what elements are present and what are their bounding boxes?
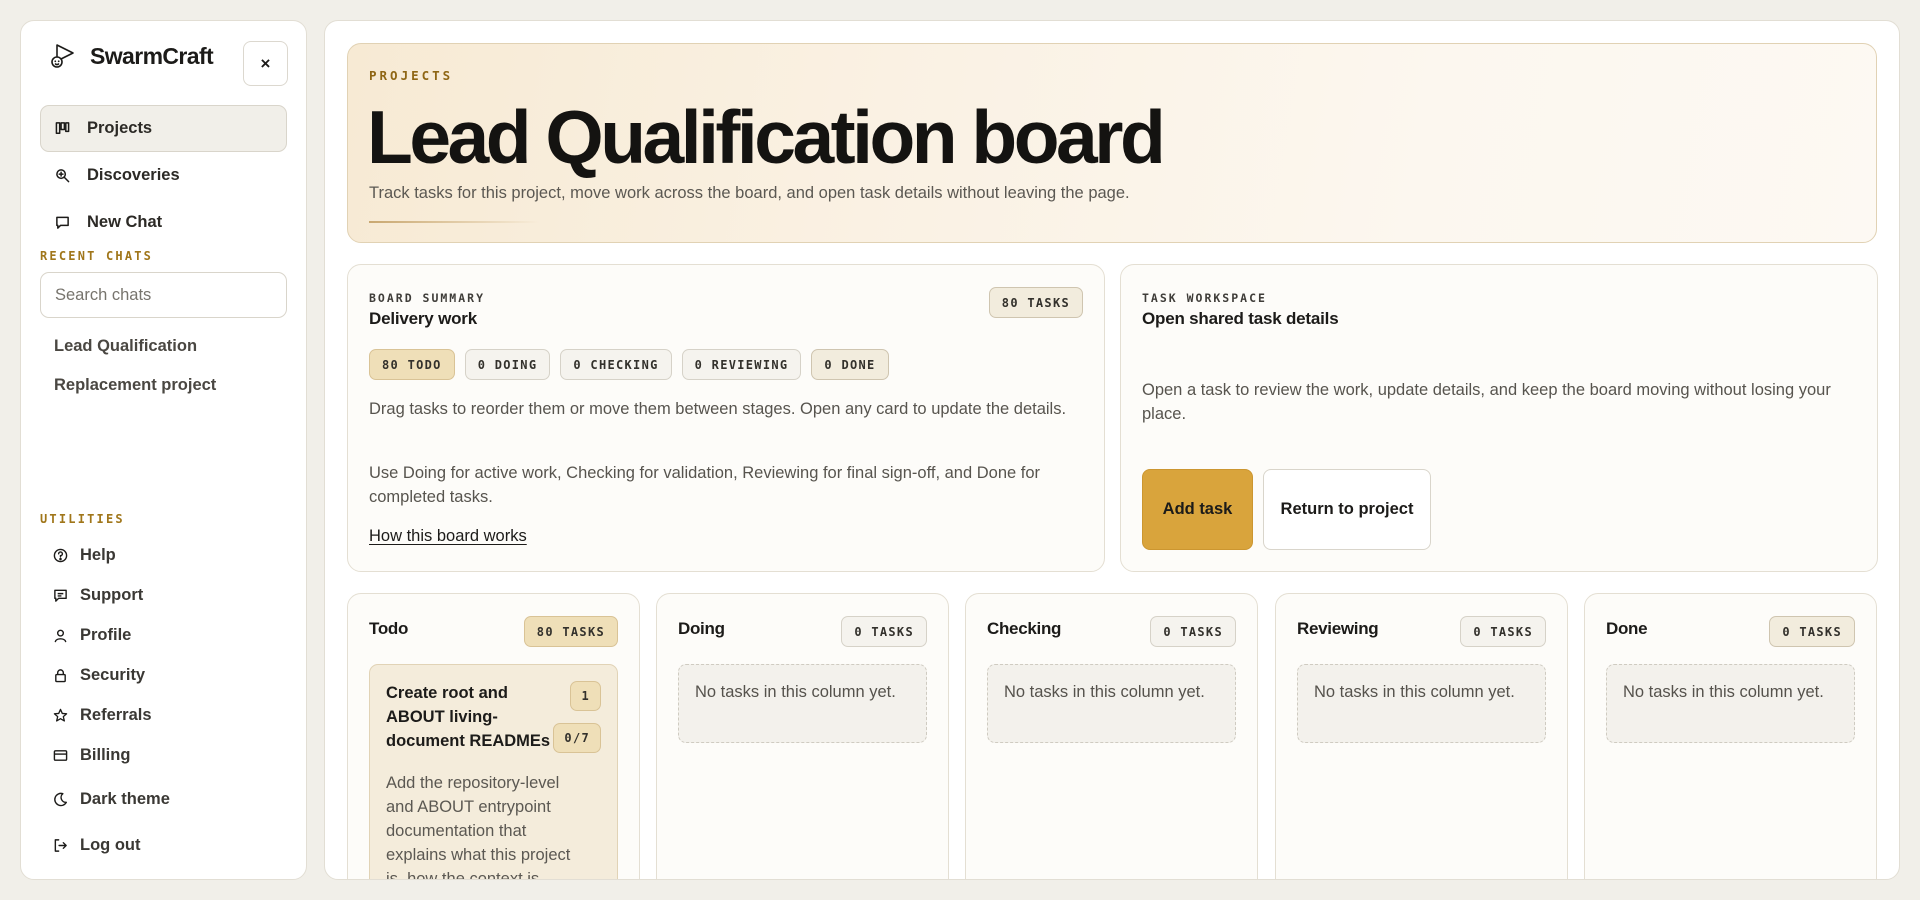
- board-summary-card: BOARD SUMMARY Delivery work 80 TASKS 80 …: [347, 264, 1105, 572]
- util-item-label: Dark theme: [80, 790, 170, 808]
- util-item-referrals[interactable]: Referrals: [40, 695, 287, 735]
- column-count-badge: 0 TASKS: [1769, 616, 1855, 647]
- util-item-label: Security: [80, 665, 146, 684]
- workspace-description: Open a task to review the work, update d…: [1142, 381, 1831, 423]
- column-title: Done: [1606, 619, 1648, 638]
- task-card[interactable]: Create root and ABOUT living-document RE…: [369, 664, 618, 880]
- logout-icon: [54, 839, 67, 852]
- message-icon: [54, 589, 67, 602]
- nav-item-label: Projects: [87, 119, 153, 137]
- column-title: Todo: [369, 619, 409, 638]
- util-item-support[interactable]: Support: [40, 575, 287, 615]
- util-item-profile[interactable]: Profile: [40, 615, 287, 655]
- util-item-label: Profile: [80, 625, 132, 644]
- page-header: PROJECTS Lead Qualification board Track …: [347, 43, 1877, 243]
- user-icon: [54, 629, 67, 642]
- nav-item-new-chat[interactable]: New Chat: [40, 199, 287, 246]
- card-icon: [53, 749, 68, 761]
- util-item-help[interactable]: Help: [40, 535, 287, 575]
- nav-item-label: New Chat: [87, 213, 163, 231]
- column-reviewing: Reviewing 0 TASKS No tasks in this colum…: [1275, 593, 1568, 879]
- total-tasks-badge: 80 TASKS: [988, 287, 1083, 318]
- util-item-label: Referrals: [80, 705, 152, 724]
- workspace-eyebrow: TASK WORKSPACE: [1142, 291, 1267, 305]
- stage-pill-reviewing: 0 REVIEWING: [681, 349, 802, 380]
- help-icon: [53, 548, 68, 562]
- stage-pill-todo: 80 TODO: [369, 349, 455, 380]
- util-item-label: Log out: [80, 836, 141, 854]
- return-to-project-button[interactable]: Return to project: [1263, 469, 1431, 550]
- recent-chats-label: RECENT CHATS: [40, 249, 154, 263]
- board-icon: [55, 122, 70, 134]
- empty-column-placeholder: No tasks in this column yet.: [678, 664, 927, 743]
- close-sidebar-button[interactable]: ×: [243, 41, 288, 86]
- util-item-billing[interactable]: Billing: [40, 735, 287, 775]
- page-title: Lead Qualification board: [367, 95, 1166, 179]
- column-title: Checking: [987, 619, 1062, 638]
- recent-chat-item[interactable]: Lead Qualification: [54, 327, 216, 366]
- magnifier-icon: [56, 169, 70, 183]
- column-checking: Checking 0 TASKS No tasks in this column…: [965, 593, 1258, 879]
- how-board-works-link[interactable]: How this board works: [369, 527, 527, 546]
- task-workspace-card: TASK WORKSPACE Open shared task details …: [1120, 264, 1878, 572]
- empty-column-placeholder: No tasks in this column yet.: [1297, 664, 1546, 743]
- util-item-label: Billing: [80, 745, 131, 764]
- main-nav: Projects Discoveries New Chat: [40, 105, 287, 246]
- page-eyebrow: PROJECTS: [369, 68, 454, 83]
- util-item-log-out[interactable]: Log out: [40, 824, 287, 867]
- moon-icon: [54, 792, 68, 807]
- util-item-label: Support: [80, 585, 144, 604]
- column-count-badge: 80 TASKS: [523, 616, 618, 647]
- header-divider: [369, 221, 539, 223]
- utilities-label: UTILITIES: [40, 512, 125, 526]
- column-count-badge: 0 TASKS: [841, 616, 927, 647]
- swarmcraft-logo-icon: [51, 44, 74, 68]
- column-count-badge: 0 TASKS: [1150, 616, 1236, 647]
- summary-paragraph-1: Drag tasks to reorder them or move them …: [369, 400, 1067, 418]
- workspace-title: Open shared task details: [1142, 309, 1339, 328]
- recent-chats-list: Lead Qualification Replacement project: [54, 327, 216, 405]
- lock-icon: [55, 668, 66, 682]
- search-chats-input[interactable]: [40, 272, 287, 318]
- task-title: Create root and ABOUT living-document RE…: [386, 684, 551, 750]
- util-item-security[interactable]: Security: [40, 655, 287, 695]
- page-subtitle: Track tasks for this project, move work …: [369, 184, 1130, 202]
- summary-paragraph-2: Use Doing for active work, Checking for …: [369, 464, 1041, 506]
- column-doing: Doing 0 TASKS No tasks in this column ye…: [656, 593, 949, 879]
- summary-title: Delivery work: [369, 309, 477, 328]
- task-progress-badge: 0/7: [553, 723, 601, 753]
- close-icon: ×: [260, 53, 271, 73]
- stage-pills: 80 TODO 0 DOING 0 CHECKING 0 REVIEWING 0…: [369, 349, 889, 380]
- column-title: Doing: [678, 619, 725, 638]
- sidebar: SwarmCraft × Projects Discoveries New Ch…: [20, 20, 307, 880]
- column-title: Reviewing: [1297, 619, 1379, 638]
- util-item-dark-theme[interactable]: Dark theme: [40, 778, 287, 821]
- empty-column-placeholder: No tasks in this column yet.: [1606, 664, 1855, 743]
- empty-column-placeholder: No tasks in this column yet.: [987, 664, 1236, 743]
- utilities-list: Help Support Profile Security Referrals …: [40, 535, 287, 867]
- app-name: SwarmCraft: [90, 42, 214, 69]
- nav-item-discoveries[interactable]: Discoveries: [40, 152, 287, 199]
- task-number-badge: 1: [570, 681, 601, 711]
- brand[interactable]: SwarmCraft: [48, 41, 214, 71]
- star-icon: [53, 708, 68, 722]
- main-panel: PROJECTS Lead Qualification board Track …: [324, 20, 1900, 880]
- column-todo: Todo 80 TASKS Create root and ABOUT livi…: [347, 593, 640, 880]
- add-task-button[interactable]: Add task: [1142, 469, 1253, 550]
- nav-item-projects[interactable]: Projects: [40, 105, 287, 152]
- chat-bubble-icon: [56, 216, 69, 229]
- column-done: Done 0 TASKS No tasks in this column yet…: [1584, 593, 1877, 879]
- stage-pill-doing: 0 DOING: [464, 349, 551, 380]
- task-description: Add the repository-level and ABOUT entry…: [386, 774, 571, 880]
- recent-chat-item[interactable]: Replacement project: [54, 366, 216, 405]
- summary-eyebrow: BOARD SUMMARY: [369, 291, 486, 305]
- util-item-label: Help: [80, 545, 116, 564]
- column-count-badge: 0 TASKS: [1460, 616, 1546, 647]
- stage-pill-checking: 0 CHECKING: [560, 349, 672, 380]
- nav-item-label: Discoveries: [87, 166, 180, 184]
- stage-pill-done: 0 DONE: [811, 349, 889, 380]
